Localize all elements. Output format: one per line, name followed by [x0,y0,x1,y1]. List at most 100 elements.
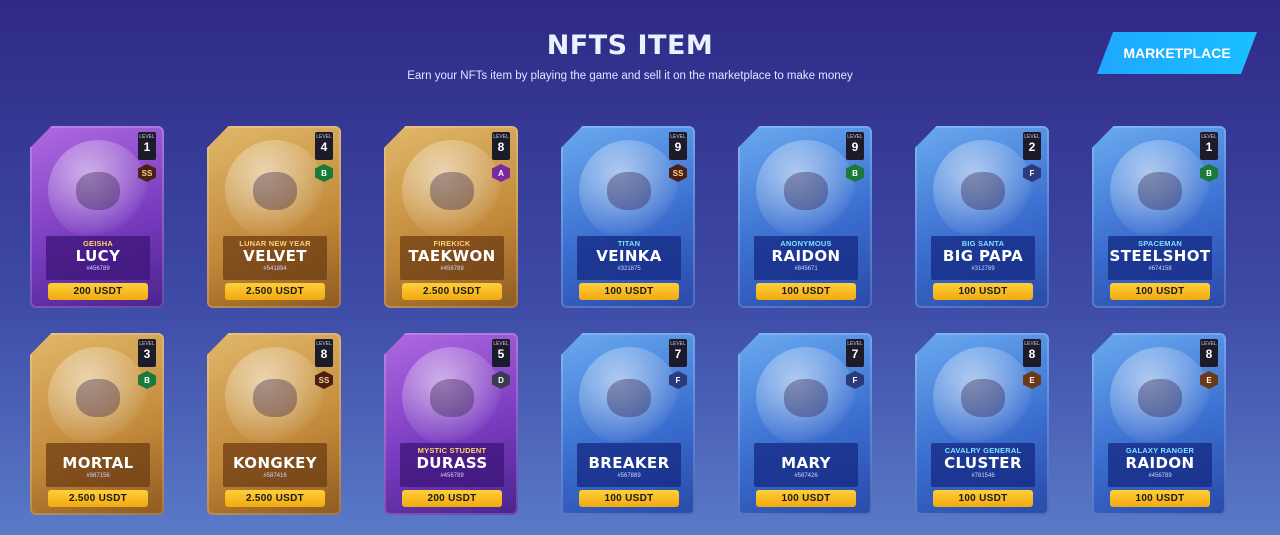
token-id: #987156 [86,473,110,479]
name-plate: FIREKICK TAEKWON #456789 [400,236,504,280]
nft-card[interactable]: LEVEL 4 B LUNAR NEW YEAR VELVET #541894 2.500 … [207,126,341,308]
nft-row: LEVEL 1 SS GEISHA LUCY #456789 200 USDT LEVEL 4 B… [30,126,1226,308]
character-portrait [933,347,1033,447]
nft-card[interactable]: LEVEL 9 B ANONYMOUS RAIDON #845671 100 USDT [738,126,872,308]
nft-card[interactable]: LEVEL 1 B SPACEMAN STEELSHOT #674158 100 USDT [1092,126,1226,308]
level-badge: LEVEL 8 [1200,339,1218,367]
character-name: DURASS [416,454,488,472]
level-badge: LEVEL 1 [138,132,156,160]
name-plate: SPACEMAN STEELSHOT #674158 [1108,236,1212,280]
name-plate: LUNAR NEW YEAR VELVET #541894 [223,236,327,280]
name-plate: GALAXY RANGER RAIDON #456789 [1108,443,1212,487]
level-number: 8 [1028,347,1036,361]
character-name: RAIDON [1125,454,1195,472]
level-badge: LEVEL 9 [846,132,864,160]
character-name: TAEKWON [408,247,496,265]
nft-card[interactable]: LEVEL 8 E GALAXY RANGER RAIDON #456789 100 USD… [1092,333,1226,515]
page-title: NFTS ITEM [546,30,714,61]
level-badge: LEVEL 9 [669,132,687,160]
nft-card[interactable]: LEVEL 3 B MORTAL #987156 2.500 USDT [30,333,164,515]
token-id: #781546 [971,473,995,479]
character-name: RAIDON [771,247,841,265]
nft-row: LEVEL 3 B MORTAL #987156 2.500 USDT LEVEL 8 SS KO… [30,333,1226,515]
token-id: #321875 [617,266,641,272]
character-name: KONGKEY [232,454,318,472]
character-portrait [1110,140,1210,240]
token-id: #587416 [263,473,287,479]
page-subtitle: Earn your NFTs item by playing the game … [407,70,853,82]
price-button[interactable]: 2.500 USDT [402,283,502,300]
price-button[interactable]: 100 USDT [756,490,856,507]
nft-card[interactable]: LEVEL 8 E CAVALRY GENERAL CLUSTER #781546 100 … [915,333,1049,515]
level-badge: LEVEL 1 [1200,132,1218,160]
character-portrait [48,347,148,447]
level-number: 8 [1205,347,1213,361]
level-badge: LEVEL 8 [1023,339,1041,367]
character-name: MARY [781,454,831,472]
price-button[interactable]: 100 USDT [1110,283,1210,300]
level-number: 4 [320,140,328,154]
character-portrait [579,140,679,240]
level-number: 9 [674,140,682,154]
nft-card[interactable]: LEVEL 1 SS GEISHA LUCY #456789 200 USDT [30,126,164,308]
name-plate: TITAN VEINKA #321875 [577,236,681,280]
level-badge: LEVEL 8 [492,132,510,160]
character-portrait [48,140,148,240]
level-badge: LEVEL 4 [315,132,333,160]
character-portrait [756,140,856,240]
character-name: LUCY [75,247,121,265]
name-plate: ANONYMOUS RAIDON #845671 [754,236,858,280]
name-plate: GEISHA LUCY #456789 [46,236,150,280]
character-portrait [402,347,502,447]
character-portrait [756,347,856,447]
nft-card[interactable]: LEVEL 8 A FIREKICK TAEKWON #456789 2.500 USDT [384,126,518,308]
marketplace-button[interactable]: MARKETPLACE [1097,32,1257,74]
nft-card[interactable]: LEVEL 7 F BREAKER #567889 100 USDT [561,333,695,515]
level-badge: LEVEL 8 [315,339,333,367]
level-badge: LEVEL 2 [1023,132,1041,160]
level-badge: LEVEL 7 [669,339,687,367]
price-button[interactable]: 100 USDT [1110,490,1210,507]
price-button[interactable]: 100 USDT [579,283,679,300]
token-id: #567889 [617,473,641,479]
character-name: BREAKER [588,454,670,472]
nft-card[interactable]: LEVEL 2 F BIG SANTA BIG PAPA #312789 100 USDT [915,126,1049,308]
name-plate: CAVALRY GENERAL CLUSTER #781546 [931,443,1035,487]
nft-card[interactable]: LEVEL 9 SS TITAN VEINKA #321875 100 USDT [561,126,695,308]
name-plate: BREAKER #567889 [577,443,681,487]
character-name: BIG PAPA [942,247,1024,265]
price-button[interactable]: 200 USDT [402,490,502,507]
price-button[interactable]: 200 USDT [48,283,148,300]
level-number: 7 [674,347,682,361]
character-name: STEELSHOT [1109,247,1211,265]
level-number: 8 [497,140,505,154]
price-button[interactable]: 2.500 USDT [225,490,325,507]
level-number: 8 [320,347,328,361]
nft-card[interactable]: LEVEL 7 F MARY #587426 100 USDT [738,333,872,515]
level-number: 3 [143,347,151,361]
character-name: CLUSTER [944,454,1022,472]
price-button[interactable]: 100 USDT [933,490,1033,507]
price-button[interactable]: 100 USDT [579,490,679,507]
level-badge: LEVEL 5 [492,339,510,367]
character-name: VELVET [243,247,307,265]
token-id: #456789 [86,266,110,272]
name-plate: MYSTIC STUDENT DURASS #456789 [400,443,504,487]
price-button[interactable]: 2.500 USDT [48,490,148,507]
price-button[interactable]: 100 USDT [756,283,856,300]
name-plate: KONGKEY #587416 [223,443,327,487]
nft-card[interactable]: LEVEL 5 D MYSTIC STUDENT DURASS #456789 200 US… [384,333,518,515]
price-button[interactable]: 2.500 USDT [225,283,325,300]
token-id: #541894 [263,266,287,272]
nft-card[interactable]: LEVEL 8 SS KONGKEY #587416 2.500 USDT [207,333,341,515]
level-number: 7 [851,347,859,361]
level-number: 1 [143,140,151,154]
level-number: 9 [851,140,859,154]
nft-grid: LEVEL 1 SS GEISHA LUCY #456789 200 USDT LEVEL 4 B… [30,126,1226,535]
token-id: #312789 [971,266,995,272]
name-plate: MARY #587426 [754,443,858,487]
token-id: #845671 [794,266,818,272]
character-portrait [579,347,679,447]
price-button[interactable]: 100 USDT [933,283,1033,300]
level-number: 5 [497,347,505,361]
